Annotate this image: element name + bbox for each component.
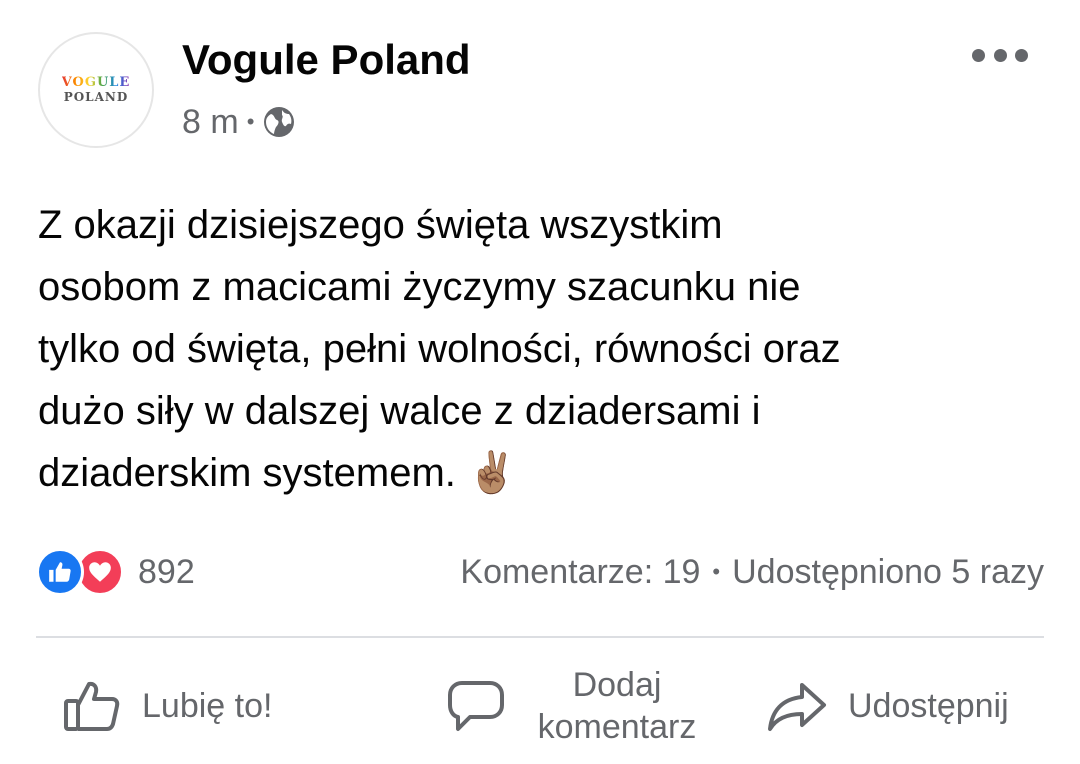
victory-hand-emoji: ✌🏽 <box>466 451 517 495</box>
comment-label: Dodaj komentarz <box>537 666 697 746</box>
more-horizontal-icon[interactable] <box>972 40 1028 70</box>
divider <box>36 636 1044 638</box>
reaction-count: 892 <box>138 552 195 591</box>
avatar-logo-top: VOGULE <box>61 75 131 90</box>
page-name[interactable]: Vogule Poland <box>182 36 471 84</box>
like-label: Lubię to! <box>142 686 273 725</box>
post-meta: 8 m • <box>182 100 296 144</box>
share-arrow-icon <box>766 679 828 733</box>
comment-bubble-icon <box>446 677 506 735</box>
like-reaction-icon <box>36 548 84 596</box>
share-button[interactable]: Udostępnij <box>766 656 1009 756</box>
shares-count[interactable]: Udostępniono 5 razy <box>732 553 1044 592</box>
post-text-body: Z okazji dzisiejszego święta wszystkim o… <box>38 203 841 495</box>
comments-count[interactable]: Komentarze: 19 <box>460 553 700 592</box>
avatar-logo-bottom: POLAND <box>63 90 129 104</box>
post-time[interactable]: 8 m <box>182 103 239 142</box>
page-avatar[interactable]: VOGULE POLAND <box>38 32 154 148</box>
thumbs-up-icon <box>62 679 122 733</box>
facebook-post: VOGULE POLAND Vogule Poland 8 m • Z okaz… <box>0 0 1080 764</box>
post-stats: Komentarze: 19 • Udostępniono 5 razy <box>460 548 1044 596</box>
comment-button[interactable]: Dodaj komentarz <box>446 656 722 756</box>
post-text: Z okazji dzisiejszego święta wszystkim o… <box>38 194 1048 504</box>
globe-icon[interactable] <box>262 105 296 139</box>
share-label: Udostępnij <box>848 686 1009 725</box>
meta-separator: • <box>246 109 255 134</box>
stats-separator: • <box>712 559 721 584</box>
reactions-summary[interactable]: 892 <box>36 548 195 596</box>
like-button[interactable]: Lubię to! <box>62 656 272 756</box>
